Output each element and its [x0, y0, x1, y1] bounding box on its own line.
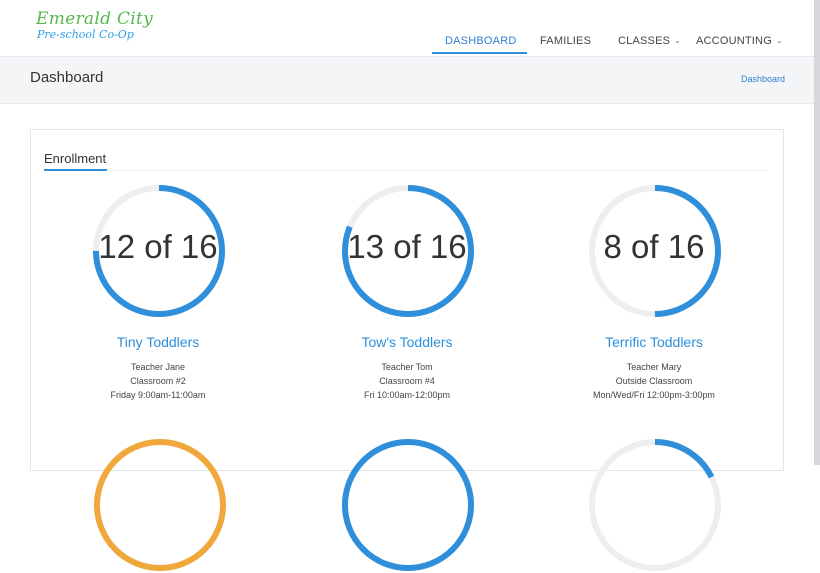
class-room: Outside Classroom	[615, 376, 693, 386]
class-schedule: Mon/Wed/Fri 12:00pm-3:00pm	[593, 390, 715, 400]
enrollment-count: 13 of 16	[347, 228, 467, 265]
chevron-down-icon: ⌄	[775, 36, 783, 45]
nav-dashboard[interactable]: DASHBOARD	[445, 35, 516, 47]
window-edge	[814, 0, 820, 465]
class-teacher: Teacher Tom	[381, 362, 433, 372]
class-schedule: Fri 10:00am-12:00pm	[363, 390, 451, 400]
ring-progress	[342, 439, 474, 571]
panel-divider	[44, 170, 768, 171]
class-room: Classroom #2	[130, 376, 186, 386]
enrollment-count: 12 of 16	[98, 228, 218, 265]
enrollment-title-underline	[44, 169, 107, 171]
class-schedule: Friday 9:00am-11:00am	[110, 390, 206, 400]
enrollment-title: Enrollment	[44, 151, 107, 166]
class-room: Classroom #4	[379, 376, 435, 386]
class-name-link[interactable]: Tiny Toddlers	[58, 334, 258, 350]
ring-progress	[94, 439, 226, 571]
enrollment-ring-partial	[342, 439, 474, 571]
nav-accounting-label: ACCOUNTING	[696, 35, 772, 47]
class-name-link[interactable]: Terrific Toddlers	[554, 334, 754, 350]
brand-logo-title[interactable]: Emerald City	[36, 9, 153, 29]
nav-families[interactable]: FAMILIES	[540, 35, 591, 47]
enrollment-count: 8 of 16	[603, 228, 705, 265]
breadcrumb-dashboard[interactable]: Dashboard	[741, 74, 785, 84]
nav-classes-label: CLASSES	[618, 35, 671, 47]
nav-active-indicator	[432, 52, 527, 54]
page-title: Dashboard	[30, 69, 104, 86]
class-card: 12 of 16 Tiny Toddlers Teacher Jane Clas…	[58, 183, 258, 403]
page-header-band	[0, 57, 814, 104]
class-card: 13 of 16 Tow's Toddlers Teacher Tom Clas…	[307, 183, 507, 403]
nav-accounting[interactable]: ACCOUNTING ⌄	[696, 35, 783, 47]
class-card: 8 of 16 Terrific Toddlers Teacher Mary O…	[554, 183, 754, 403]
enrollment-ring-partial	[94, 439, 226, 571]
chevron-down-icon: ⌄	[674, 36, 682, 45]
class-teacher: Teacher Jane	[130, 362, 186, 372]
class-teacher: Teacher Mary	[626, 362, 682, 372]
brand-logo-subtitle: Pre-school Co-Op	[37, 28, 134, 41]
nav-classes[interactable]: CLASSES ⌄	[618, 35, 681, 47]
class-name-link[interactable]: Tow's Toddlers	[307, 334, 507, 350]
enrollment-ring-partial	[589, 439, 721, 571]
